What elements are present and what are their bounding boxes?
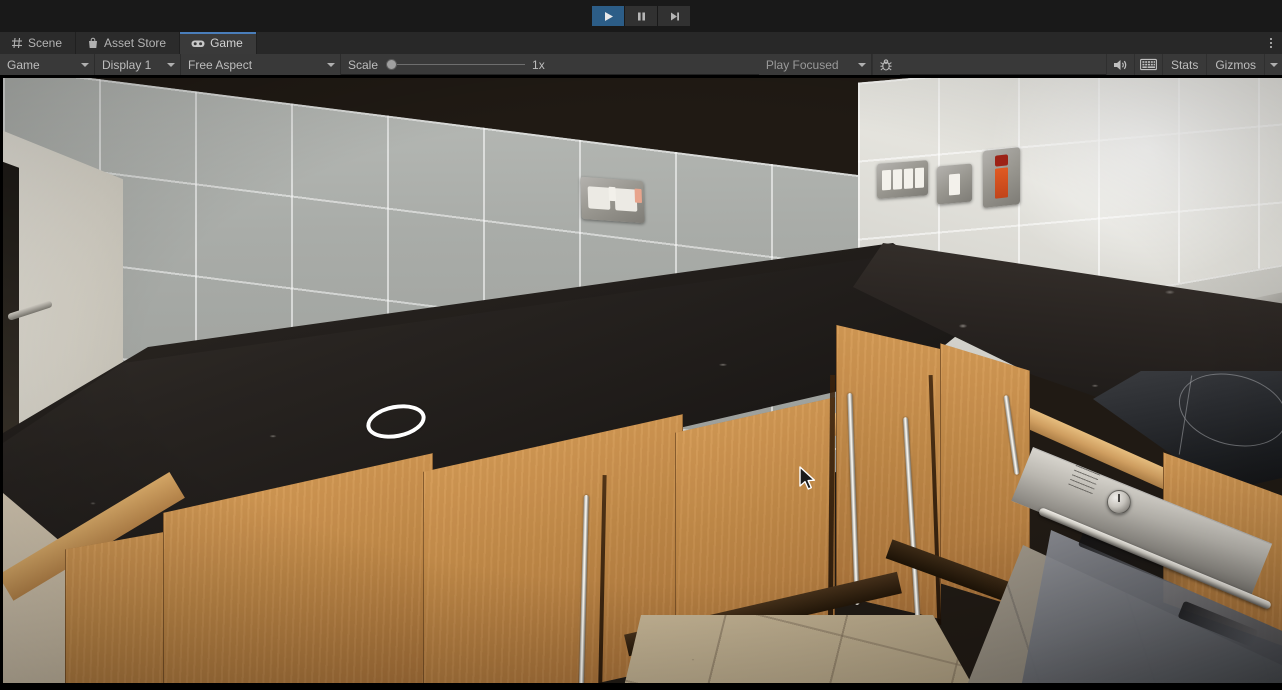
cooker-isolator-switch [983, 147, 1020, 208]
play-mode-value: Play Focused [765, 57, 839, 72]
bug-icon [880, 58, 893, 71]
tab-asset-store-label: Asset Store [104, 36, 167, 50]
gizmos-label: Gizmos [1215, 57, 1256, 72]
grid-keyboard-icon [1140, 58, 1157, 71]
rendered-scene [3, 75, 1282, 683]
tab-game-label: Game [210, 36, 243, 50]
stats-grid-button[interactable] [1133, 54, 1162, 75]
speaker-icon [1114, 59, 1127, 70]
pause-icon [637, 12, 645, 20]
aspect-ratio-value: Free Aspect [188, 57, 253, 72]
tab-scene[interactable]: Scene [0, 32, 77, 54]
scale-label: Scale [348, 57, 379, 72]
scale-value: 1x [532, 57, 545, 72]
play-mode-dropdown[interactable]: Play Focused [758, 54, 872, 75]
gizmos-dropdown-toggle[interactable] [1264, 54, 1282, 75]
viewport-letterbox-bottom [0, 683, 1282, 690]
scale-slider-handle[interactable] [386, 59, 398, 70]
stats-label: Stats [1170, 57, 1199, 72]
viewport-letterbox-left [0, 75, 3, 690]
scale-slider[interactable] [385, 54, 526, 75]
single-light-switch [937, 163, 972, 205]
tab-asset-store[interactable]: Asset Store [76, 32, 181, 54]
viewport-letterbox-top [0, 75, 1282, 78]
aspect-ratio-dropdown[interactable]: Free Aspect [181, 54, 341, 75]
chevron-down-icon [167, 62, 175, 67]
chevron-down-icon [857, 62, 866, 67]
step-button[interactable] [658, 6, 690, 26]
scale-control: Scale 1x [341, 54, 553, 75]
pause-button[interactable] [625, 6, 657, 26]
stats-button[interactable]: Stats [1161, 54, 1207, 75]
shopping-bag-icon [87, 37, 99, 49]
game-view-viewport[interactable] [0, 75, 1282, 690]
play-button[interactable] [592, 6, 624, 26]
toolbar-spacer-right [899, 54, 1106, 74]
step-forward-icon [670, 12, 679, 20]
play-icon [604, 11, 613, 21]
display-dropdown[interactable]: Display 1 [95, 54, 181, 75]
quad-light-switch [877, 160, 928, 199]
toolbar-spacer [552, 54, 759, 74]
tab-game[interactable]: Game [180, 32, 257, 54]
oven-control-knob [1107, 490, 1131, 514]
grid-hash-icon [11, 37, 23, 49]
kebab-menu-icon[interactable] [1260, 32, 1282, 54]
gizmos-button[interactable]: Gizmos [1206, 54, 1264, 75]
tab-scene-label: Scene [28, 36, 63, 50]
debug-button[interactable] [871, 54, 900, 75]
panel-tab-bar: Scene Asset Store Game [0, 32, 1282, 54]
gamepad-icon [191, 38, 205, 49]
chevron-down-icon [1269, 62, 1278, 67]
chevron-down-icon [81, 62, 89, 67]
game-view-toolbar: Game Display 1 Free Aspect Scale 1x Play… [0, 54, 1282, 75]
view-type-dropdown[interactable]: Game [0, 54, 95, 75]
tab-bar-spacer [256, 32, 1260, 54]
chevron-down-icon [327, 62, 335, 67]
play-controls-bar [0, 0, 1282, 32]
display-value: Display 1 [102, 57, 152, 72]
mute-audio-button[interactable] [1105, 54, 1134, 75]
double-socket [580, 176, 645, 224]
play-controls-group [592, 6, 690, 26]
view-type-value: Game [7, 57, 40, 72]
